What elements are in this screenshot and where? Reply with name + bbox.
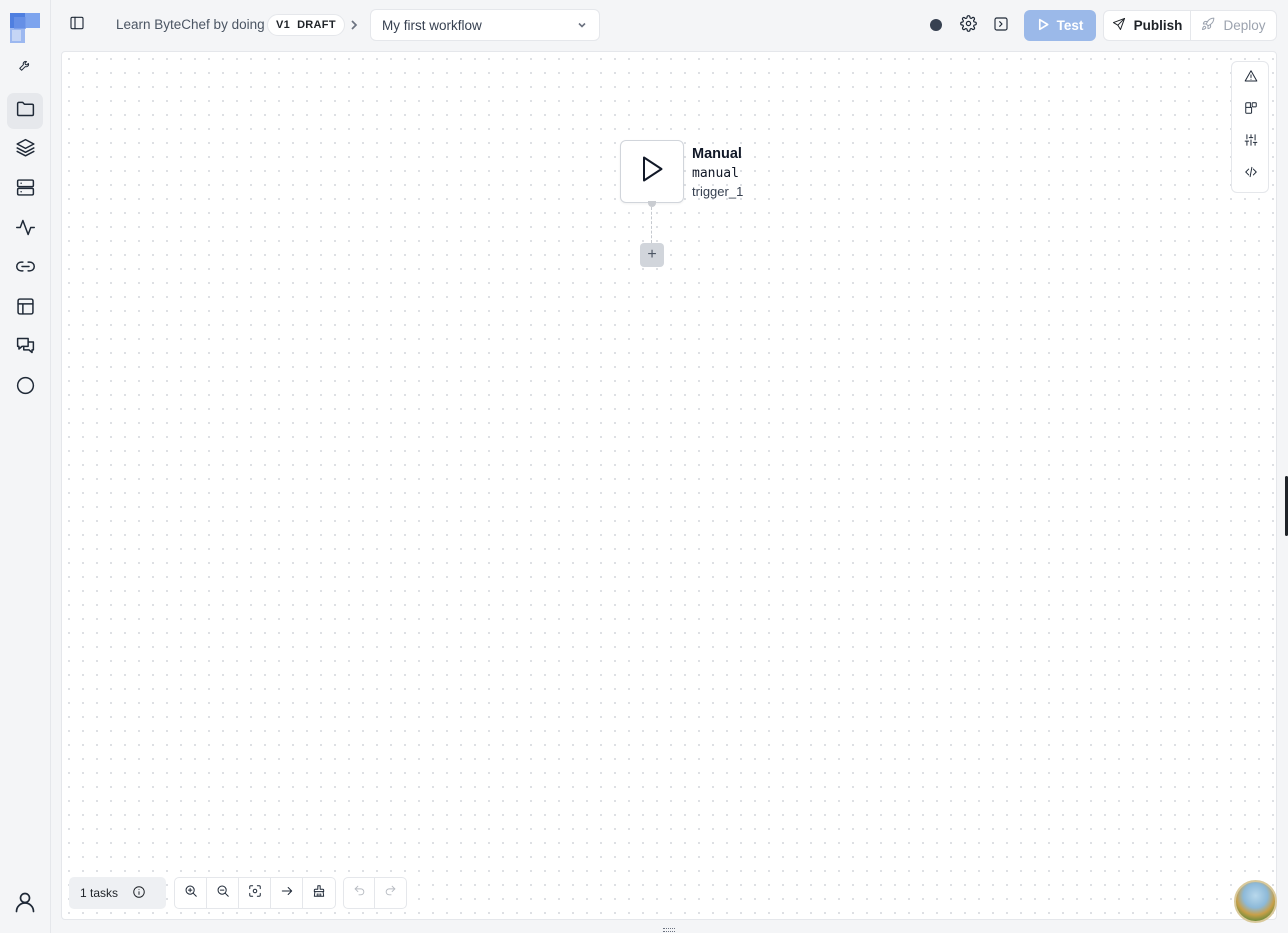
components-button[interactable] [1241,100,1261,120]
code-editor-button[interactable] [1241,164,1261,184]
redo-button[interactable] [375,878,406,908]
zoom-out-icon [216,884,230,903]
breadcrumb-project[interactable]: Learn ByteChef by doing [116,17,265,32]
workflow-status-dot [930,19,942,31]
sidebar-item-data-tables[interactable] [7,291,43,327]
play-icon [639,155,665,188]
bytechef-logo[interactable] [10,13,40,43]
layout-direction-button[interactable] [271,878,303,908]
ai-assistant-avatar[interactable] [1234,880,1277,923]
sidebar-item-circle[interactable] [7,370,43,406]
plus-icon: + [647,246,657,263]
activity-icon [15,217,36,243]
sidebar-item-instances[interactable] [7,172,43,208]
panel-arrow-icon [993,16,1009,37]
manual-trigger-node[interactable] [620,140,684,203]
tasks-label: 1 tasks [80,886,119,900]
deploy-button-label: Deploy [1223,18,1266,33]
redo-icon [384,884,397,902]
zoom-in-button[interactable] [175,878,207,908]
server-icon [15,177,36,203]
version-number: V1 [276,19,291,31]
info-icon[interactable] [132,885,146,902]
add-node-button[interactable]: + [640,243,664,267]
left-sidebar [0,0,51,933]
publish-button-label: Publish [1133,18,1183,33]
sidebar-item-chat[interactable] [7,330,43,366]
circle-icon [15,375,36,401]
canvas-controls [174,877,336,909]
workflow-select[interactable]: My first workflow [370,9,600,41]
zoom-out-button[interactable] [207,878,239,908]
node-edge [651,207,652,243]
sidebar-item-projects[interactable] [7,93,43,129]
sidebar-item-tools[interactable] [7,49,43,85]
problems-button[interactable] [1241,68,1261,88]
sidebar-item-executions[interactable] [7,212,43,248]
fit-view-button[interactable] [239,878,271,908]
sliders-icon [1244,133,1258,152]
top-bar: Learn ByteChef by doing V1 DRAFT My firs… [51,0,1288,51]
test-button-label: Test [1056,18,1084,33]
tasks-counter: 1 tasks [69,877,166,909]
sidebar-toggle-icon [69,15,85,36]
node-title: Manual [692,146,742,162]
rocket-icon [1201,17,1215,34]
messages-icon [15,335,36,361]
wrench-icon [18,58,32,77]
chevron-down-icon [576,19,588,31]
zoom-in-icon [184,884,198,903]
test-button[interactable]: Test [1024,10,1096,41]
components-icon [1244,101,1258,120]
send-icon [1112,17,1126,34]
version-status: DRAFT [297,19,336,31]
workflow-inputs-button[interactable] [1241,132,1261,152]
gear-icon [959,15,977,37]
history-controls [343,877,407,909]
folder-icon [15,98,36,124]
workflow-settings-button[interactable] [958,15,978,37]
output-panel-button[interactable] [991,16,1011,36]
publish-button[interactable]: Publish [1103,10,1191,41]
warning-triangle-icon [1244,69,1258,88]
version-badge: V1 DRAFT [267,14,345,36]
sidebar-item-deployments[interactable] [7,132,43,168]
play-icon [1037,18,1050,34]
deploy-button[interactable]: Deploy [1190,10,1277,41]
arrow-right-icon [280,884,294,903]
workflow-select-value: My first workflow [382,17,482,33]
toggle-sidebar-button[interactable] [68,16,86,34]
brush-cleaning-icon [312,884,326,903]
sidebar-item-connections[interactable] [7,251,43,287]
link-icon [15,256,36,282]
chevron-right-icon [348,18,360,32]
clean-layout-button[interactable] [303,878,335,908]
node-name: trigger_1 [692,184,744,199]
undo-icon [353,884,366,902]
fit-view-icon [248,884,262,903]
node-type: manual [692,166,739,181]
table-icon [15,296,36,322]
canvas-right-toolbar [1231,61,1269,193]
layers-icon [15,137,36,163]
resize-handle[interactable] [663,928,675,932]
user-icon [13,890,37,919]
code-icon [1244,165,1258,184]
undo-button[interactable] [344,878,376,908]
user-profile-button[interactable] [12,891,38,917]
